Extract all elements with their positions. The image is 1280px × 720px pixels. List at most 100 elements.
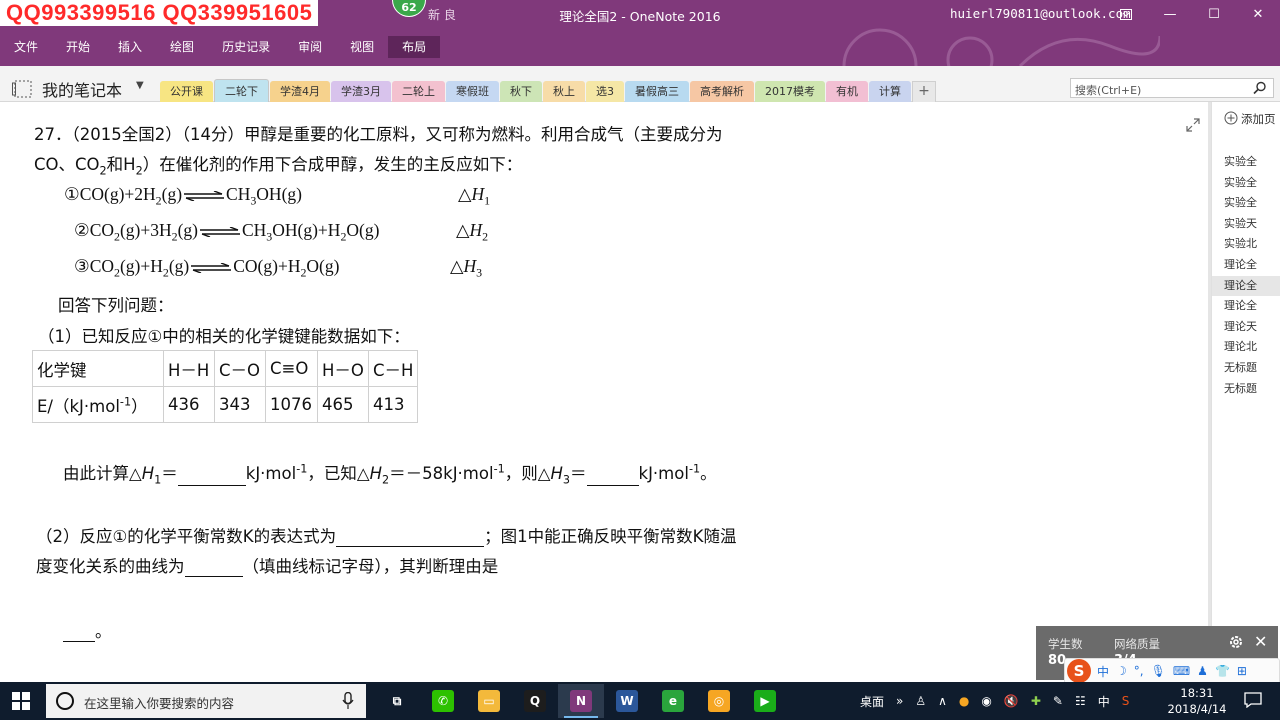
page-list-item[interactable]: 理论天 — [1212, 317, 1280, 338]
taskbar-search-box[interactable]: 在这里输入你要搜索的内容 — [46, 684, 366, 718]
page-list-item[interactable]: 理论全 — [1212, 255, 1280, 276]
action-center-icon[interactable] — [1244, 692, 1262, 708]
ime-moon-icon[interactable]: ☽ — [1116, 664, 1127, 678]
microphone-icon[interactable] — [342, 692, 354, 710]
ribbon-display-icon[interactable] — [1104, 0, 1148, 28]
ime-language-toggle[interactable]: 中 — [1097, 663, 1109, 680]
ime-mic-icon[interactable]: 🎙 — [1151, 664, 1166, 678]
ime-indicator[interactable]: 中 — [1098, 693, 1110, 710]
section-tab[interactable]: 寒假班 — [446, 81, 499, 102]
equilibrium-arrow-icon — [199, 226, 240, 237]
section-tab[interactable]: 高考解析 — [690, 81, 754, 102]
section-tab[interactable]: 有机 — [826, 81, 868, 102]
sogou-logo-icon[interactable]: S — [1067, 659, 1091, 683]
ribbon-tab[interactable]: 视图 — [336, 36, 388, 58]
show-hidden-icons-icon[interactable]: ∧ — [938, 694, 947, 708]
section-tab[interactable]: 学渣4月 — [270, 81, 330, 102]
taskbar-app-onenote[interactable]: N — [558, 684, 604, 718]
notebook-icon[interactable] — [12, 80, 34, 98]
expand-icon[interactable] — [1186, 118, 1200, 132]
taskbar-app-media[interactable]: ◎ — [696, 684, 742, 718]
network-icon[interactable]: ☷ — [1075, 694, 1086, 708]
ribbon-tab[interactable]: 历史记录 — [208, 36, 284, 58]
ime-skin-icon[interactable]: 👕 — [1215, 664, 1230, 678]
section-tab[interactable]: 2017模考 — [755, 81, 825, 102]
ribbon-tab[interactable]: 开始 — [52, 36, 104, 58]
table-cell: 436 — [163, 386, 215, 423]
word-icon: W — [616, 690, 638, 712]
section-tab[interactable]: 二轮上 — [392, 81, 445, 102]
answer-blank-reason[interactable] — [63, 624, 95, 642]
sogou-tray-icon[interactable]: S — [1122, 694, 1130, 708]
page-list-item[interactable]: 实验全 — [1212, 193, 1280, 214]
page-list-item[interactable]: 理论全 — [1212, 275, 1280, 297]
add-page-icon — [1224, 111, 1238, 125]
page-list-item[interactable]: 实验全 — [1212, 152, 1280, 173]
answer-blank-curve[interactable] — [184, 559, 243, 577]
ribbon-tab[interactable]: 文件 — [0, 36, 52, 58]
taskbar-app-word[interactable]: W — [604, 684, 650, 718]
section-tab[interactable]: 学渣3月 — [331, 81, 391, 102]
page-list-item[interactable]: 理论全 — [1212, 296, 1280, 317]
search-icon[interactable] — [1253, 81, 1267, 95]
tray-app-orange-icon[interactable]: ● — [959, 694, 969, 708]
taskbar-app-qq[interactable]: Q — [512, 684, 558, 718]
taskbar-app-wechat-work[interactable]: ▶ — [742, 684, 788, 718]
pen-icon[interactable]: ✎ — [1053, 694, 1063, 708]
search-box[interactable] — [1070, 78, 1274, 100]
ime-user-icon[interactable]: ♟ — [1197, 664, 1208, 678]
taskbar-app-wechat[interactable]: ✆ — [420, 684, 466, 718]
tray-app-dark-icon[interactable]: ◉ — [981, 694, 991, 708]
section-tab[interactable]: 选3 — [586, 81, 624, 102]
page-list-item[interactable]: 实验天 — [1212, 214, 1280, 235]
media-icon: ◎ — [708, 690, 730, 712]
table-header-cell: C－H — [367, 350, 419, 387]
section-tab[interactable]: 公开课 — [160, 81, 213, 102]
section-tab[interactable]: 秋上 — [543, 81, 585, 102]
tray-app-green-icon[interactable]: ✚ — [1031, 694, 1041, 708]
answer-blank-dh1[interactable] — [177, 468, 246, 487]
desktop-toolbar[interactable]: 桌面 — [860, 693, 884, 710]
ribbon-tab[interactable]: 插入 — [104, 36, 156, 58]
answer-intro: 回答下列问题： — [58, 296, 174, 315]
gear-icon[interactable] — [1228, 634, 1244, 650]
tray-overflow-icon[interactable]: » — [896, 694, 903, 708]
answer-blank-dh3[interactable] — [586, 468, 639, 487]
close-icon[interactable]: ✕ — [1254, 632, 1267, 651]
ribbon-tab[interactable]: 审阅 — [284, 36, 336, 58]
search-input[interactable] — [1071, 81, 1251, 100]
ribbon-tab[interactable]: 绘图 — [156, 36, 208, 58]
page-list-item[interactable]: 理论北 — [1212, 337, 1280, 358]
ime-toolbox-icon[interactable]: ⊞ — [1237, 664, 1247, 678]
taskbar-app-browser[interactable]: e — [650, 684, 696, 718]
section-tab[interactable]: 二轮下 — [214, 79, 269, 102]
section-tab[interactable]: 计算 — [869, 81, 911, 102]
section-tab[interactable]: 秋下 — [500, 81, 542, 102]
ribbon-tab[interactable]: 布局 — [388, 36, 441, 58]
wechat-icon: ✆ — [432, 690, 454, 712]
maximize-button[interactable]: ☐ — [1192, 0, 1236, 28]
people-icon[interactable]: ♙ — [915, 694, 926, 708]
system-clock[interactable]: 18:31 2018/4/14 — [1166, 685, 1228, 717]
add-page-label: 添加页 — [1241, 112, 1276, 126]
cortana-icon[interactable] — [56, 692, 74, 710]
add-page-button[interactable]: 添加页 — [1224, 111, 1276, 127]
page-list-item[interactable]: 实验全 — [1212, 173, 1280, 194]
page-list-item[interactable]: 无标题 — [1212, 379, 1280, 400]
page-list-item[interactable]: 实验北 — [1212, 234, 1280, 255]
ime-keyboard-icon[interactable]: ⌨ — [1173, 664, 1190, 678]
notebook-dropdown-icon[interactable]: ▼ — [136, 80, 144, 91]
volume-muted-icon[interactable]: 🔇 — [1004, 694, 1019, 708]
notebook-title[interactable]: 我的笔记本 — [42, 77, 122, 101]
section-tab[interactable]: 暑假高三 — [625, 81, 689, 102]
close-button[interactable]: ✕ — [1236, 0, 1280, 28]
minimize-button[interactable]: — — [1148, 0, 1192, 28]
windows-start-icon[interactable] — [12, 692, 30, 710]
quick-access-hint: 新 良 — [428, 8, 456, 22]
taskbar-app-file-explorer[interactable]: ▭ — [466, 684, 512, 718]
taskbar-app-task-view[interactable]: ⧉ — [374, 684, 420, 718]
add-section-button[interactable]: + — [912, 81, 936, 102]
answer-blank-k-expression[interactable] — [336, 529, 485, 547]
page-list-item[interactable]: 无标题 — [1212, 358, 1280, 379]
ime-punctuation-icon[interactable]: °, — [1134, 664, 1144, 678]
